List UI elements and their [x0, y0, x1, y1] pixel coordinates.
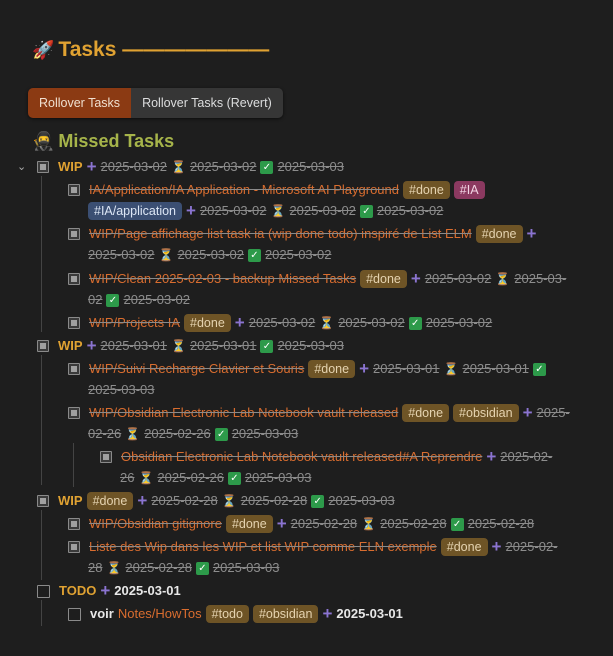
list-item-continuation: 2025-03-02 ⏳ 2025-03-02 ✓ 2025-03-02	[88, 247, 332, 262]
scheduled-icon: ⏳	[221, 494, 237, 508]
scheduled-icon: ⏳	[319, 316, 335, 330]
plus-icon: +	[186, 201, 196, 220]
howtos-link[interactable]: Notes/HowTos	[118, 605, 202, 623]
scheduled-icon: ⏳	[106, 561, 122, 575]
list-item: WIP/Suivi Recharge Clavier et Souris #do…	[68, 360, 546, 378]
plus-icon: +	[322, 604, 333, 623]
list-item: Liste des Wip dans les WIP et list WIP c…	[68, 538, 558, 556]
task-checkbox[interactable]	[68, 518, 80, 530]
scheduled-icon: ⏳	[270, 204, 286, 218]
scheduled-icon: ⏳	[495, 272, 511, 286]
plus-icon: +	[486, 447, 497, 466]
task-checkbox[interactable]	[68, 407, 80, 419]
task-checkbox[interactable]	[37, 584, 50, 598]
list-item: WIP/Obsidian gitignore #done + 2025-02-2…	[68, 515, 534, 533]
check-icon: ✓	[260, 339, 274, 353]
check-icon: ✓	[408, 316, 422, 330]
task-checkbox[interactable]	[68, 184, 80, 196]
plus-icon: +	[491, 537, 502, 556]
list-item-continuation: 28 ⏳ 2025-02-28 ✓ 2025-03-03	[88, 560, 280, 575]
check-icon: ✓	[227, 471, 241, 485]
check-icon: ✓	[195, 561, 209, 575]
check-icon: ✓	[214, 427, 228, 441]
check-icon: ✓	[532, 362, 546, 376]
scheduled-icon: ⏳	[158, 248, 174, 262]
task-checkbox[interactable]	[100, 451, 112, 463]
list-item: WIP/Page affichage list task ia (wip don…	[68, 225, 536, 243]
plus-icon: +	[522, 403, 533, 422]
plus-icon: +	[276, 514, 287, 533]
list-item: WIP/Obsidian Electronic Lab Notebook vau…	[68, 404, 570, 422]
plus-icon: +	[359, 359, 370, 378]
plus-icon: +	[137, 491, 148, 510]
plus-icon: +	[410, 269, 421, 288]
check-icon: ✓	[450, 517, 464, 531]
check-icon: ✓	[106, 293, 120, 307]
scheduled-icon: ⏳	[443, 362, 459, 376]
task-checkbox[interactable]	[68, 363, 80, 375]
list-item: WIP + 2025-03-02 ⏳ 2025-03-02 ✓ 2025-03-…	[37, 158, 344, 176]
list-item: IA/Application/IA Application - Microsof…	[68, 181, 485, 199]
task-checkbox[interactable]	[68, 228, 80, 240]
list-item: Obsidian Electronic Lab Notebook vault r…	[100, 448, 552, 466]
scheduled-icon: ⏳	[171, 339, 186, 353]
task-checkbox[interactable]	[37, 495, 49, 507]
task-checkbox[interactable]	[37, 340, 49, 352]
scheduled-icon: ⏳	[171, 160, 186, 174]
plus-icon: +	[86, 336, 97, 355]
check-icon: ✓	[359, 204, 373, 218]
caret-down-icon[interactable]: ⌄	[17, 160, 26, 173]
scheduled-icon: ⏳	[138, 471, 154, 485]
check-icon: ✓	[260, 160, 274, 174]
plus-icon: +	[234, 313, 245, 332]
task-tree: ⌄ WIP + 2025-03-02 ⏳ 2025-03-02 ✓ 2025-0…	[0, 0, 613, 656]
scheduled-icon: ⏳	[125, 427, 141, 441]
list-item-continuation: #IA/application + 2025-03-02 ⏳ 2025-03-0…	[88, 202, 443, 220]
task-checkbox[interactable]	[68, 541, 80, 553]
plus-icon: +	[100, 581, 111, 600]
list-item: WIP #done + 2025-02-28 ⏳ 2025-02-28 ✓ 20…	[37, 492, 395, 510]
list-item: WIP/Clean 2025-02-03 - backup Missed Tas…	[68, 270, 566, 288]
check-icon: ✓	[311, 494, 325, 508]
task-checkbox[interactable]	[68, 607, 81, 621]
task-checkbox[interactable]	[68, 273, 80, 285]
list-item: WIP + 2025-03-01 ⏳ 2025-03-01 ✓ 2025-03-…	[37, 337, 344, 355]
task-checkbox[interactable]	[37, 161, 49, 173]
list-item-continuation: 02-26 ⏳ 2025-02-26 ✓ 2025-03-03	[88, 426, 299, 441]
plus-icon: +	[86, 157, 97, 176]
check-icon: ✓	[247, 248, 261, 262]
list-item: TODO + 2025-03-01	[37, 582, 181, 600]
list-item-continuation: 26 ⏳ 2025-02-26 ✓ 2025-03-03	[120, 470, 312, 485]
list-item: voir Notes/HowTos #todo #obsidian + 2025…	[68, 605, 403, 623]
plus-icon: +	[526, 224, 537, 243]
list-item-continuation: 02 ✓ 2025-03-02	[88, 292, 190, 307]
task-checkbox[interactable]	[68, 317, 80, 329]
scheduled-icon: ⏳	[361, 517, 377, 531]
list-item-continuation: 2025-03-03	[88, 382, 155, 397]
list-item: WIP/Projects IA #done + 2025-03-02 ⏳ 202…	[68, 314, 492, 332]
